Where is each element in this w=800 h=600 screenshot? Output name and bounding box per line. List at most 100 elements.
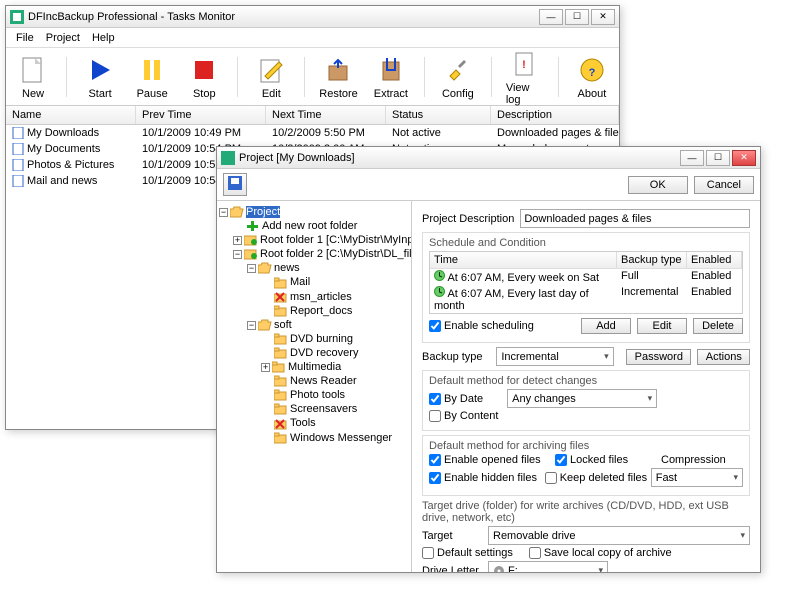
document-icon <box>12 159 24 171</box>
menu-file[interactable]: File <box>10 30 40 46</box>
menubar: File Project Help <box>6 28 619 48</box>
col-name[interactable]: Name <box>6 106 136 124</box>
col-next[interactable]: Next Time <box>266 106 386 124</box>
viewlog-button[interactable]: !View log <box>506 48 544 106</box>
document-icon <box>12 127 24 139</box>
drive-letter-select[interactable]: F: <box>488 561 608 572</box>
restore-icon <box>323 54 355 86</box>
about-icon: ? <box>576 54 608 86</box>
ok-button[interactable]: OK <box>628 176 688 194</box>
folder-icon <box>274 403 288 415</box>
by-content-checkbox[interactable]: By Content <box>429 410 498 422</box>
dlg-close-button[interactable]: ✕ <box>732 150 756 166</box>
folder-tree[interactable]: −ProjectAdd new root folder+Root folder … <box>217 201 412 572</box>
expand-toggle[interactable]: − <box>247 264 256 273</box>
menu-project[interactable]: Project <box>40 30 86 46</box>
maximize-button[interactable]: ☐ <box>565 9 589 25</box>
tree-item[interactable]: Windows Messenger <box>219 431 409 445</box>
menu-help[interactable]: Help <box>86 30 121 46</box>
enable-opened-checkbox[interactable]: Enable opened files <box>429 454 549 466</box>
restore-button[interactable]: Restore <box>319 54 358 100</box>
minimize-button[interactable]: — <box>539 9 563 25</box>
expand-toggle[interactable]: − <box>233 250 242 259</box>
dialog-title: Project [My Downloads] <box>239 152 678 164</box>
tree-item[interactable]: Add new root folder <box>219 219 409 233</box>
schedule-row[interactable]: At 6:07 AM, Every last day of monthIncre… <box>430 285 742 313</box>
schedule-row[interactable]: At 6:07 AM, Every week on SatFullEnabled <box>430 269 742 285</box>
task-row[interactable]: My Downloads10/1/2009 10:49 PM10/2/2009 … <box>6 125 619 141</box>
tree-item[interactable]: Mail <box>219 275 409 289</box>
drive-letter-label: Drive Letter <box>422 565 482 573</box>
delete-button[interactable]: Delete <box>693 318 743 334</box>
actions-button[interactable]: Actions <box>697 349 750 365</box>
enable-hidden-checkbox[interactable]: Enable hidden files <box>429 472 539 484</box>
tree-item[interactable]: DVD burning <box>219 332 409 346</box>
col-status[interactable]: Status <box>386 106 491 124</box>
edit-button[interactable]: Edit <box>637 318 687 334</box>
save-icon-button[interactable] <box>223 173 247 196</box>
new-button[interactable]: New <box>14 54 52 100</box>
stop-button[interactable]: Stop <box>185 54 223 100</box>
locked-checkbox[interactable]: Locked files <box>555 454 655 466</box>
tree-item[interactable]: DVD recovery <box>219 346 409 360</box>
add-button[interactable]: Add <box>581 318 631 334</box>
folder-icon <box>274 375 288 387</box>
tree-item[interactable]: −soft <box>219 318 409 332</box>
svg-text:?: ? <box>589 67 596 79</box>
folder-icon <box>274 305 288 317</box>
extract-button[interactable]: Extract <box>372 54 410 100</box>
dialog-icon <box>221 151 235 165</box>
config-icon <box>442 54 474 86</box>
start-button[interactable]: Start <box>81 54 119 100</box>
backup-type-label: Backup type <box>422 351 490 363</box>
tree-item[interactable]: −news <box>219 261 409 275</box>
enable-scheduling-checkbox[interactable]: Enable scheduling <box>429 320 534 332</box>
tree-item[interactable]: +Root folder 1 [C:\MyDistr\MyInput\] <box>219 233 409 247</box>
tree-item[interactable]: msn_articles <box>219 290 409 304</box>
tree-item[interactable]: +Multimedia <box>219 360 409 374</box>
close-button[interactable]: ✕ <box>591 9 615 25</box>
proj-desc-label: Project Description <box>422 213 514 225</box>
config-button[interactable]: Config <box>439 54 477 100</box>
pause-icon <box>136 54 168 86</box>
dlg-maximize-button[interactable]: ☐ <box>706 150 730 166</box>
by-date-checkbox[interactable]: By Date <box>429 393 483 405</box>
root-icon <box>244 248 258 260</box>
document-icon <box>12 143 24 155</box>
dlg-minimize-button[interactable]: — <box>680 150 704 166</box>
cancel-button[interactable]: Cancel <box>694 176 754 194</box>
target-select[interactable]: Removable drive <box>488 526 750 545</box>
tree-item[interactable]: −Root folder 2 [C:\MyDistr\DL_files\] <box>219 247 409 261</box>
schedule-table: Time Backup type Enabled At 6:07 AM, Eve… <box>429 251 743 314</box>
tree-item[interactable]: Report_docs <box>219 304 409 318</box>
proj-desc-field[interactable] <box>520 209 750 228</box>
password-button[interactable]: Password <box>626 349 691 365</box>
save-local-checkbox[interactable]: Save local copy of archive <box>529 547 672 559</box>
tree-item[interactable]: News Reader <box>219 374 409 388</box>
expand-toggle[interactable]: − <box>219 208 228 217</box>
keep-deleted-checkbox[interactable]: Keep deleted files <box>545 472 645 484</box>
sched-col-enabled[interactable]: Enabled <box>687 252 742 268</box>
sched-col-time[interactable]: Time <box>430 252 617 268</box>
expand-toggle[interactable]: + <box>233 236 242 245</box>
main-titlebar[interactable]: DFIncBackup Professional - Tasks Monitor… <box>6 6 619 28</box>
default-settings-checkbox[interactable]: Default settings <box>422 547 513 559</box>
col-prev[interactable]: Prev Time <box>136 106 266 124</box>
tree-item[interactable]: Screensavers <box>219 402 409 416</box>
sched-col-type[interactable]: Backup type <box>617 252 687 268</box>
col-desc[interactable]: Description <box>491 106 619 124</box>
tree-item[interactable]: −Project <box>219 205 409 219</box>
backup-type-select[interactable]: Incremental <box>496 347 613 366</box>
about-button[interactable]: ?About <box>573 54 611 100</box>
edit-button[interactable]: Edit <box>252 54 290 100</box>
dialog-titlebar[interactable]: Project [My Downloads] — ☐ ✕ <box>217 147 760 169</box>
any-changes-select[interactable]: Any changes <box>507 389 657 408</box>
add-icon <box>246 220 260 232</box>
tree-item[interactable]: Tools <box>219 416 409 430</box>
expand-toggle[interactable]: − <box>247 321 256 330</box>
tree-item[interactable]: Photo tools <box>219 388 409 402</box>
folder-open-icon <box>258 319 272 331</box>
expand-toggle[interactable]: + <box>261 363 270 372</box>
pause-button[interactable]: Pause <box>133 54 171 100</box>
compression-select[interactable]: Fast <box>651 468 743 487</box>
